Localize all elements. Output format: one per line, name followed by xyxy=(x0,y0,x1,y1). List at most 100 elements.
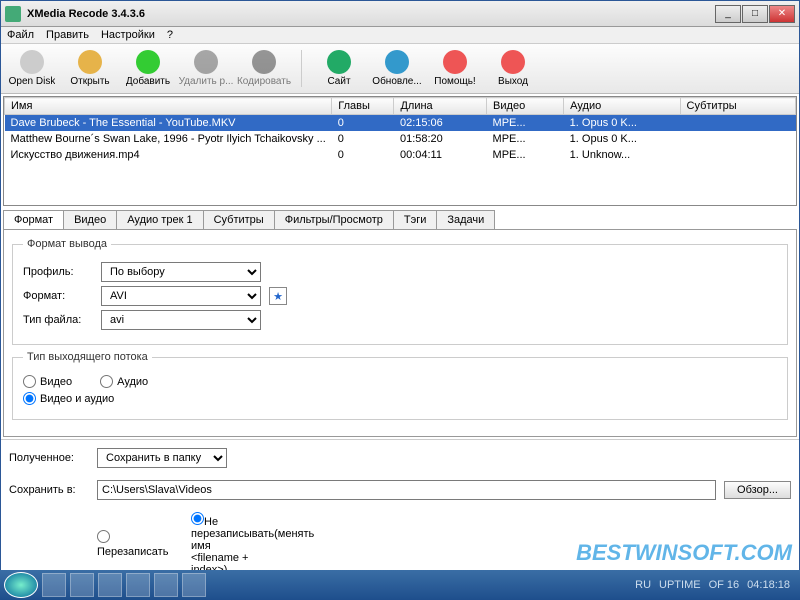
tab-bar: ФорматВидеоАудио трек 1СубтитрыФильтры/П… xyxy=(3,210,797,229)
tray-lang[interactable]: RU xyxy=(635,579,651,591)
menu-3[interactable]: ? xyxy=(167,29,173,41)
radio-audio[interactable]: Аудио xyxy=(100,375,148,388)
maximize-button[interactable]: □ xyxy=(742,5,768,23)
exit-icon xyxy=(501,50,525,74)
app-window: XMedia Recode 3.4.3.6 _ □ ✕ Файл Править Н… xyxy=(0,0,800,585)
profile-label: Профиль: xyxy=(23,266,93,278)
taskbar-app-6[interactable] xyxy=(182,573,206,597)
tab-1[interactable]: Видео xyxy=(63,210,117,229)
file-row[interactable]: Искусство движения.mp4000:04:11MPE...1. … xyxy=(5,147,796,163)
cell-audio: 1. Opus 0 K... xyxy=(564,131,680,147)
cell-chapters: 0 xyxy=(332,131,394,147)
received-select[interactable]: Сохранить в папку xyxy=(97,448,227,468)
bottom-panel: Полученное: Сохранить в папку Сохранить … xyxy=(1,439,799,584)
taskbar-app-1[interactable] xyxy=(42,573,66,597)
browse-button[interactable]: Обзор... xyxy=(724,481,791,499)
format-select[interactable]: AVI xyxy=(101,286,261,306)
save-in-label: Сохранить в: xyxy=(9,484,89,496)
radio-video[interactable]: Видео xyxy=(23,375,72,388)
help-icon xyxy=(443,50,467,74)
toolbar-site[interactable]: Сайт xyxy=(314,48,364,89)
stream-type-group: Тип выходящего потока Видео Аудио Видео … xyxy=(12,351,788,420)
radio-no-overwrite[interactable]: Не перезаписывать(менять имя <filename +… xyxy=(191,512,261,576)
system-tray[interactable]: RU UPTIME OF 16 04:18:18 xyxy=(635,579,796,591)
radio-overwrite[interactable]: Перезаписать xyxy=(97,530,167,558)
output-format-legend: Формат вывода xyxy=(23,238,111,250)
minimize-button[interactable]: _ xyxy=(715,5,741,23)
cell-audio: 1. Unknow... xyxy=(564,147,680,163)
cell-name: Искусство движения.mp4 xyxy=(5,147,332,163)
tab-3[interactable]: Субтитры xyxy=(203,210,275,229)
taskbar-app-4[interactable] xyxy=(126,573,150,597)
site-icon xyxy=(327,50,351,74)
file-list[interactable]: ИмяГлавыДлинаВидеоАудиоСубтитры Dave Bru… xyxy=(3,96,797,206)
cell-video: MPE... xyxy=(487,115,564,132)
cell-duration: 01:58:20 xyxy=(394,131,487,147)
cell-duration: 02:15:06 xyxy=(394,115,487,132)
col-0[interactable]: Имя xyxy=(5,98,332,115)
toolbar-open[interactable]: Открыть xyxy=(65,48,115,89)
taskbar[interactable]: RU UPTIME OF 16 04:18:18 xyxy=(0,570,800,600)
file-row[interactable]: Matthew Bourne´s Swan Lake, 1996 - Pyotr… xyxy=(5,131,796,147)
cell-name: Dave Brubeck - The Essential - YouTube.M… xyxy=(5,115,332,132)
tab-0[interactable]: Формат xyxy=(3,210,64,229)
tray-date: OF 16 xyxy=(709,579,740,591)
toolbar-update[interactable]: Обновле... xyxy=(372,48,422,89)
favorite-button[interactable]: ★ xyxy=(269,287,287,305)
file-row[interactable]: Dave Brubeck - The Essential - YouTube.M… xyxy=(5,115,796,132)
tray-uptime-label: UPTIME xyxy=(659,579,701,591)
tab-2[interactable]: Аудио трек 1 xyxy=(116,210,203,229)
open-disk-icon xyxy=(20,50,44,74)
received-label: Полученное: xyxy=(9,452,89,464)
cell-subs xyxy=(680,131,795,147)
taskbar-app-5[interactable] xyxy=(154,573,178,597)
menu-1[interactable]: Править xyxy=(46,29,89,41)
profile-select[interactable]: По выбору xyxy=(101,262,261,282)
titlebar: XMedia Recode 3.4.3.6 _ □ ✕ xyxy=(1,1,799,27)
open-label: Открыть xyxy=(70,76,109,87)
tab-5[interactable]: Тэги xyxy=(393,210,438,229)
col-2[interactable]: Длина xyxy=(394,98,487,115)
cell-duration: 00:04:11 xyxy=(394,147,487,163)
taskbar-app-3[interactable] xyxy=(98,573,122,597)
col-4[interactable]: Аудио xyxy=(564,98,680,115)
close-button[interactable]: ✕ xyxy=(769,5,795,23)
format-pane: Формат вывода Профиль: По выбору Формат:… xyxy=(3,229,797,437)
start-button[interactable] xyxy=(4,572,38,598)
cell-video: MPE... xyxy=(487,147,564,163)
tab-6[interactable]: Задачи xyxy=(436,210,495,229)
col-3[interactable]: Видео xyxy=(487,98,564,115)
encode-label: Кодировать xyxy=(237,76,291,87)
menubar: Файл Править Настройки? xyxy=(1,27,799,44)
toolbar-exit[interactable]: Выход xyxy=(488,48,538,89)
radio-both[interactable]: Видео и аудио xyxy=(23,392,114,405)
filetype-select[interactable]: avi xyxy=(101,310,261,330)
col-1[interactable]: Главы xyxy=(332,98,394,115)
encode-icon xyxy=(252,50,276,74)
cell-chapters: 0 xyxy=(332,115,394,132)
save-path-input[interactable] xyxy=(97,480,716,500)
window-title: XMedia Recode 3.4.3.6 xyxy=(27,8,715,20)
toolbar-open-disk[interactable]: Open Disk xyxy=(7,48,57,89)
update-label: Обновле... xyxy=(372,76,421,87)
cell-video: MPE... xyxy=(487,131,564,147)
filetype-label: Тип файла: xyxy=(23,314,93,326)
open-icon xyxy=(78,50,102,74)
toolbar-help[interactable]: Помощь! xyxy=(430,48,480,89)
toolbar-encode: Кодировать xyxy=(239,48,289,89)
cell-chapters: 0 xyxy=(332,147,394,163)
menu-0[interactable]: Файл xyxy=(7,29,34,41)
app-icon xyxy=(5,6,21,22)
toolbar-add[interactable]: Добавить xyxy=(123,48,173,89)
taskbar-app-2[interactable] xyxy=(70,573,94,597)
output-format-group: Формат вывода Профиль: По выбору Формат:… xyxy=(12,238,788,345)
exit-label: Выход xyxy=(498,76,528,87)
toolbar: Open DiskОткрытьДобавитьУдалить р...Коди… xyxy=(1,44,799,94)
tab-4[interactable]: Фильтры/Просмотр xyxy=(274,210,394,229)
remove-icon xyxy=(194,50,218,74)
cell-subs xyxy=(680,115,795,132)
add-label: Добавить xyxy=(126,76,170,87)
open-disk-label: Open Disk xyxy=(9,76,56,87)
col-5[interactable]: Субтитры xyxy=(680,98,795,115)
menu-2[interactable]: Настройки xyxy=(101,29,155,41)
